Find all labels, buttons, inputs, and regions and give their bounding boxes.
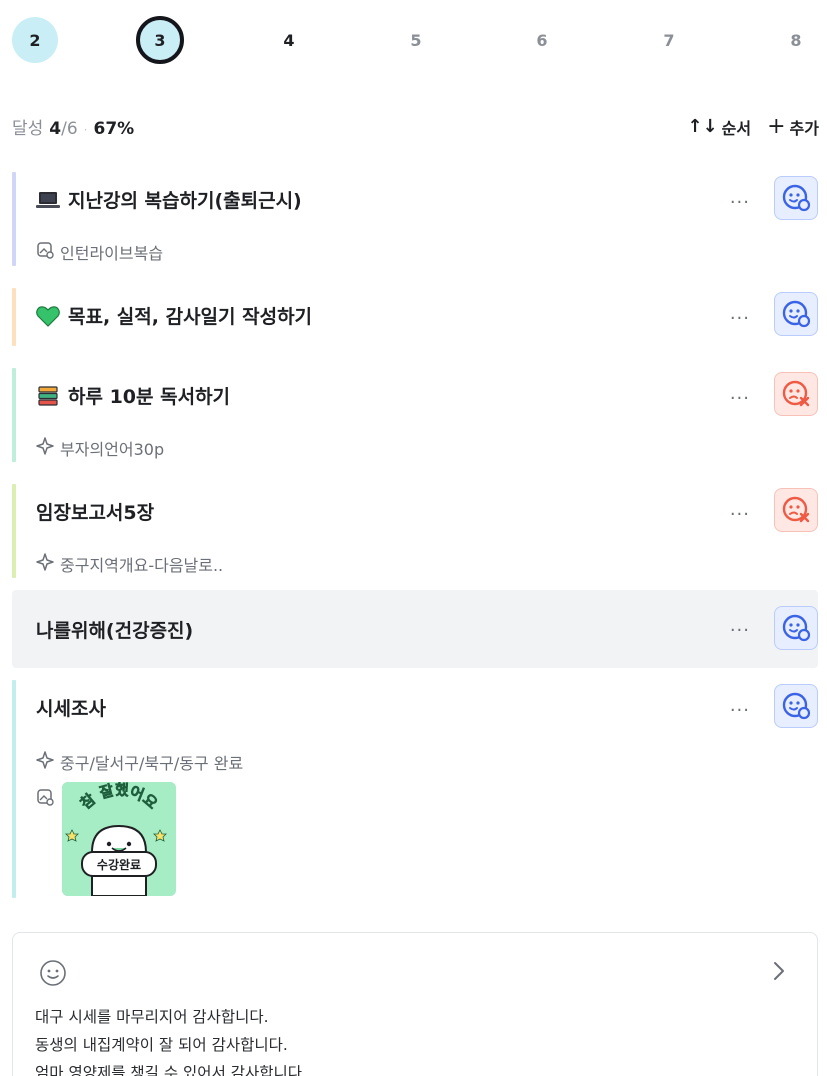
add-task-button[interactable]: + 추가 xyxy=(767,114,819,139)
task-color-bar xyxy=(12,288,16,346)
task-item[interactable]: 나를위해(건강증진) ··· xyxy=(12,590,818,668)
day-7[interactable]: 7 xyxy=(645,16,693,64)
task-color-bar xyxy=(12,680,16,898)
green-heart-icon xyxy=(36,304,60,328)
status-fail-button[interactable] xyxy=(774,488,818,532)
summary-percent: 67% xyxy=(93,119,135,139)
task-title: 목표, 실적, 감사일기 작성하기 xyxy=(68,306,313,328)
sad-x-icon xyxy=(782,496,810,523)
more-options-button[interactable]: ··· xyxy=(730,388,750,409)
task-note-text: 인턴라이브복습 xyxy=(60,244,164,263)
task-title: 임장보고서5장 xyxy=(36,502,155,524)
more-options-button[interactable]: ··· xyxy=(730,308,750,329)
chevron-right-icon[interactable] xyxy=(771,961,787,987)
day-4[interactable]: 4 xyxy=(265,16,313,64)
more-options-button[interactable]: ··· xyxy=(730,192,750,213)
completion-sticker-image[interactable]: 참 잘했어요 수강완료 xyxy=(62,782,176,896)
task-item[interactable]: 목표, 실적, 감사일기 작성하기 ··· xyxy=(12,288,818,346)
smile-icon xyxy=(39,959,67,991)
task-title-row: 임장보고서5장 xyxy=(36,498,154,525)
task-title: 나를위해(건강증진) xyxy=(36,620,194,642)
task-note: 인턴라이브복습 xyxy=(36,240,163,264)
smile-check-icon xyxy=(782,300,811,328)
task-color-bar xyxy=(12,172,16,266)
smile-check-icon xyxy=(782,692,811,720)
gratitude-line: 동생의 내집계약이 잘 되어 감사합니다. xyxy=(35,1036,288,1054)
sparkle-icon xyxy=(36,553,54,575)
status-success-button[interactable] xyxy=(774,176,818,220)
task-actions: ↑↓ 순서 + 추가 xyxy=(687,114,819,139)
task-title-row: 나를위해(건강증진) xyxy=(36,616,193,643)
sort-order-button[interactable]: ↑↓ 순서 xyxy=(687,114,751,139)
gratitude-line: 대구 시세를 마무리지어 감사합니다. xyxy=(35,1008,269,1026)
plus-icon: + xyxy=(767,114,786,139)
status-fail-button[interactable] xyxy=(774,372,818,416)
achievement-summary: 달성 4 /6 · 67% xyxy=(12,114,134,139)
task-item[interactable]: 시세조사 ··· 중구/달서구/북구/동구 완료 참 잘했어요 수강완료 xyxy=(12,680,818,898)
add-task-label: 추가 xyxy=(789,118,819,138)
summary-prefix: 달성 xyxy=(12,119,44,139)
task-title-row: 목표, 실적, 감사일기 작성하기 xyxy=(36,302,312,329)
day-selector: 2 3 4 5 6 7 8 xyxy=(0,16,827,66)
gratitude-lines: 대구 시세를 마무리지어 감사합니다. 동생의 내집계약이 잘 되어 감사합니다… xyxy=(35,1003,307,1076)
task-title-row: 시세조사 xyxy=(36,694,106,721)
summary-separator: · xyxy=(83,123,88,137)
task-title-row: 하루 10분 독서하기 xyxy=(36,382,230,409)
task-item[interactable]: 지난강의 복습하기(출퇴근시) ··· 인턴라이브복습 xyxy=(12,172,818,266)
task-note: 중구/달서구/북구/동구 완료 xyxy=(36,750,243,774)
sort-arrows-icon: ↑↓ xyxy=(687,116,718,137)
status-success-button[interactable] xyxy=(774,606,818,650)
sort-order-label: 순서 xyxy=(721,118,752,138)
more-options-button[interactable]: ··· xyxy=(730,504,750,525)
task-note-text: 부자의언어30p xyxy=(60,440,165,459)
status-success-button[interactable] xyxy=(774,684,818,728)
status-success-button[interactable] xyxy=(774,292,818,336)
gratitude-journal-card[interactable]: 대구 시세를 마무리지어 감사합니다. 동생의 내집계약이 잘 되어 감사합니다… xyxy=(12,932,818,1076)
sticker-sign-text: 수강완료 xyxy=(97,858,141,872)
task-title: 시세조사 xyxy=(36,698,106,720)
task-note: 부자의언어30p xyxy=(36,436,164,460)
task-note-text: 중구/달서구/북구/동구 완료 xyxy=(60,754,244,773)
smile-check-icon xyxy=(782,614,811,642)
sparkle-icon xyxy=(36,751,54,773)
more-options-button[interactable]: ··· xyxy=(730,620,750,641)
sticker-illustration: 참 잘했어요 수강완료 xyxy=(62,782,176,896)
more-options-button[interactable]: ··· xyxy=(730,700,750,721)
sparkle-icon xyxy=(36,437,54,459)
task-title-row: 지난강의 복습하기(출퇴근시) xyxy=(36,186,302,213)
day-2[interactable]: 2 xyxy=(12,17,58,63)
smile-check-icon xyxy=(782,184,811,212)
sad-x-icon xyxy=(782,380,810,407)
day-8[interactable]: 8 xyxy=(772,16,820,64)
task-color-bar xyxy=(12,484,16,578)
image-icon xyxy=(36,788,54,810)
day-3-current[interactable]: 3 xyxy=(136,16,184,64)
image-icon xyxy=(36,241,54,263)
task-item[interactable]: 하루 10분 독서하기 ··· 부자의언어30p xyxy=(12,368,818,462)
task-item[interactable]: 임장보고서5장 ··· 중구지역개요-다음날로.. xyxy=(12,484,818,578)
day-5[interactable]: 5 xyxy=(392,16,440,64)
task-note-text: 중구지역개요-다음날로.. xyxy=(60,556,224,575)
summary-total: /6 xyxy=(61,119,78,139)
laptop-icon xyxy=(36,188,60,212)
task-color-bar xyxy=(12,368,16,462)
books-icon xyxy=(36,384,60,408)
day-6[interactable]: 6 xyxy=(518,16,566,64)
task-title: 하루 10분 독서하기 xyxy=(68,386,231,408)
task-title: 지난강의 복습하기(출퇴근시) xyxy=(68,190,302,212)
task-note: 중구지역개요-다음날로.. xyxy=(36,552,223,576)
gratitude-line: 엄마 영양제를 챙길 수 있어서 감사합니다. xyxy=(35,1064,307,1076)
summary-done-count: 4 xyxy=(49,119,62,139)
